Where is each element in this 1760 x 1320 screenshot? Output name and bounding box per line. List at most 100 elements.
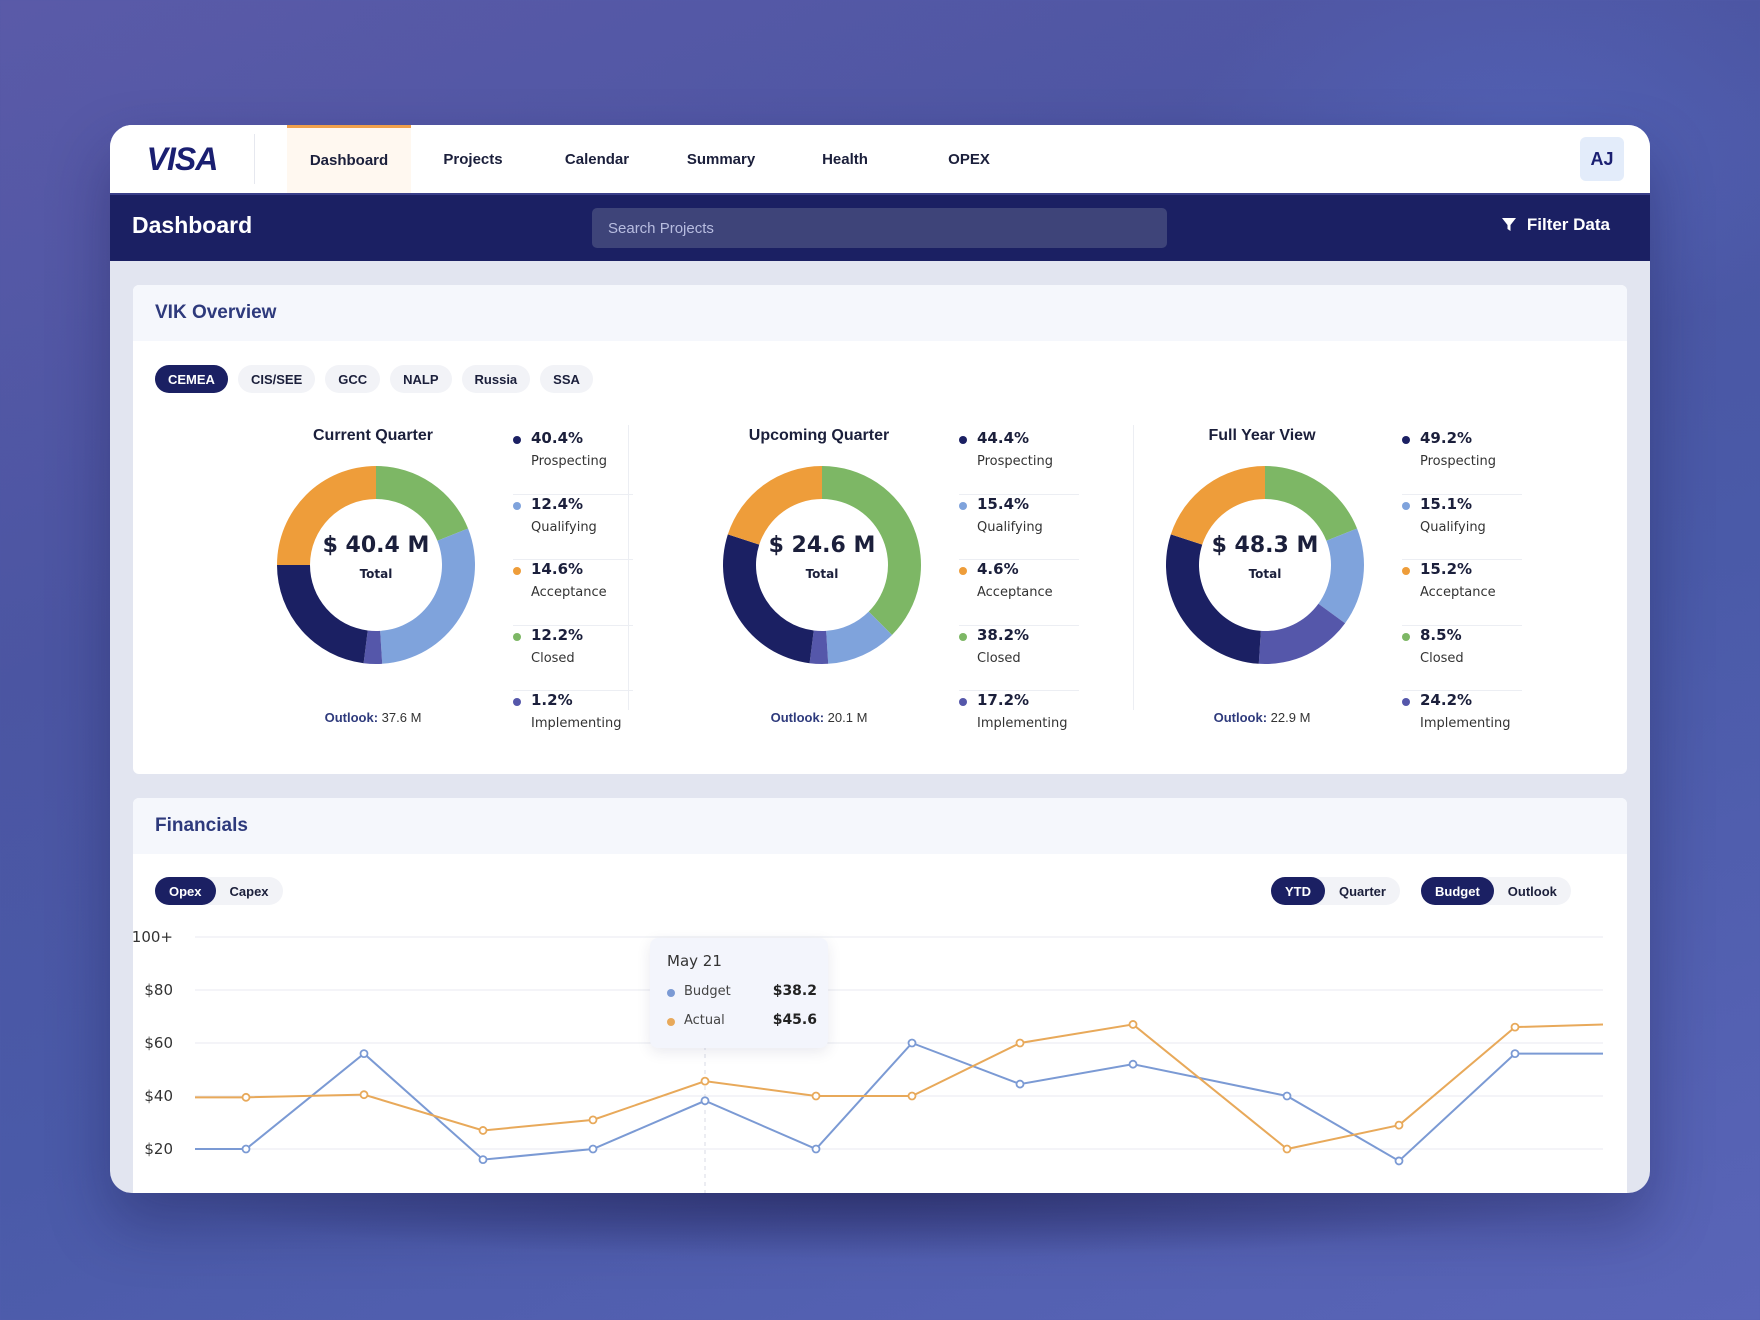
donut-chart[interactable]	[1165, 465, 1365, 665]
data-point-budget[interactable]	[359, 1049, 369, 1059]
toggle-option-ytd[interactable]: YTD	[1271, 877, 1325, 905]
legend-stage-name: Closed	[977, 650, 1021, 666]
region-chip-cis-see[interactable]: CIS/SEE	[237, 365, 316, 393]
legend-dot-icon	[959, 632, 967, 641]
region-chip-russia[interactable]: Russia	[461, 365, 531, 393]
budget-outlook-toggle: Budget Outlook	[1421, 877, 1571, 905]
page-title: Dashboard	[132, 212, 253, 238]
donut-total-value: $ 24.6 M	[768, 533, 876, 558]
donut-total-label: Total	[359, 567, 393, 581]
data-point-budget[interactable]	[907, 1038, 917, 1048]
data-point-budget[interactable]	[588, 1144, 598, 1154]
data-point-budget[interactable]	[1128, 1059, 1138, 1069]
page-header: Dashboard Filter Data	[110, 193, 1650, 261]
data-point-actual[interactable]	[1510, 1022, 1520, 1032]
tooltip-row-budget: Budget $38.2	[667, 983, 817, 1003]
actual-dot-icon	[667, 1018, 675, 1026]
toggle-option-outlook[interactable]: Outlook	[1494, 877, 1571, 905]
group-divider	[628, 425, 629, 710]
data-point-actual[interactable]	[700, 1076, 710, 1086]
user-avatar[interactable]: AJ	[1580, 137, 1624, 181]
data-point-budget[interactable]	[1015, 1079, 1025, 1089]
data-point-budget[interactable]	[1282, 1091, 1292, 1101]
legend-dot-icon	[513, 501, 521, 510]
top-navigation: VISA Dashboard Projects Calendar Summary Hea…	[110, 125, 1650, 193]
nav-tab-opex[interactable]: OPEX	[907, 125, 1031, 193]
data-point-actual[interactable]	[478, 1126, 488, 1135]
logo-text: VISA	[146, 140, 219, 177]
financials-line-chart[interactable]: $20 $40 $60 $80 $100+	[133, 918, 1627, 1193]
legend-item-qualifying: 12.4% Qualifying	[513, 495, 633, 560]
legend-percent: 17.2%	[977, 691, 1030, 709]
tooltip-series-name: Actual	[684, 1013, 725, 1028]
donut-legend: 44.4% Prospecting 15.4% Qualifying 4.6% Accep…	[959, 429, 1079, 757]
donut-segment-closed[interactable]	[376, 466, 469, 541]
nav-tab-summary[interactable]: Summary	[659, 125, 783, 193]
region-chip-nalp[interactable]: NALP	[390, 365, 452, 393]
data-point-budget[interactable]	[1510, 1049, 1520, 1059]
data-point-budget[interactable]	[700, 1096, 710, 1106]
data-point-budget[interactable]	[478, 1155, 488, 1165]
nav-tab-health[interactable]: Health	[783, 125, 907, 193]
region-chip-ssa[interactable]: SSA	[540, 365, 593, 393]
legend-item-acceptance: 15.2% Acceptance	[1402, 560, 1522, 626]
legend-item-implementing: 17.2% Implementing	[959, 691, 1079, 757]
vik-overview-card: VIK Overview CEMEA CIS/SEE GCC NALP Russia SS…	[133, 285, 1627, 774]
data-point-actual[interactable]	[588, 1115, 598, 1125]
legend-percent: 14.6%	[531, 560, 584, 578]
tooltip-series-value: $38.2	[772, 983, 817, 999]
region-chip-cemea[interactable]: CEMEA	[155, 365, 228, 393]
chart-tooltip: May 21 Budget $38.2 Actual $45.6	[650, 938, 828, 1048]
financials-card: Financials Opex Capex YTD Quarter Budget Ou…	[133, 798, 1627, 1193]
data-point-actual[interactable]	[1394, 1120, 1404, 1130]
legend-item-closed: 38.2% Closed	[959, 626, 1079, 691]
legend-stage-name: Implementing	[531, 716, 622, 731]
donut-chart[interactable]	[276, 465, 476, 665]
nav-tab-calendar[interactable]: Calendar	[535, 125, 659, 193]
data-point-actual[interactable]	[241, 1092, 251, 1102]
legend-dot-icon	[513, 698, 521, 706]
nav-tab-projects[interactable]: Projects	[411, 125, 535, 193]
legend-percent: 12.2%	[531, 625, 584, 644]
window-shadow	[140, 1190, 1620, 1260]
vik-overview-title: VIK Overview	[155, 302, 277, 323]
data-point-budget[interactable]	[241, 1144, 251, 1154]
filter-data-button[interactable]: Filter Data	[1501, 215, 1610, 235]
search-projects-input[interactable]	[592, 208, 1167, 248]
data-point-actual[interactable]	[359, 1090, 369, 1100]
legend-stage-name: Qualifying	[1420, 519, 1486, 535]
outlook-label: Outlook:	[1213, 710, 1268, 725]
donut-legend: 40.4% Prospecting 12.4% Qualifying 14.6% Acce…	[513, 429, 633, 757]
data-point-actual[interactable]	[1128, 1020, 1138, 1029]
legend-dot-icon	[1402, 632, 1410, 641]
legend-item-qualifying: 15.1% Qualifying	[1402, 494, 1522, 560]
legend-stage-name: Acceptance	[531, 585, 607, 600]
donut-chart[interactable]	[722, 465, 922, 665]
nav-tab-dashboard[interactable]: Dashboard	[287, 125, 411, 193]
toggle-option-quarter[interactable]: Quarter	[1325, 877, 1400, 905]
legend-percent: 15.1%	[1420, 494, 1473, 513]
legend-stage-name: Prospecting	[977, 454, 1053, 469]
legend-stage-name: Acceptance	[977, 585, 1053, 600]
group-title: Full Year View	[1208, 427, 1316, 444]
visa-logo[interactable]: VISA	[110, 134, 255, 184]
group-divider	[1133, 425, 1134, 710]
legend-percent: 40.4%	[531, 429, 584, 447]
data-point-actual[interactable]	[1015, 1038, 1025, 1048]
toggle-option-capex[interactable]: Capex	[216, 877, 283, 905]
region-chip-gcc[interactable]: GCC	[325, 365, 381, 393]
data-point-actual[interactable]	[907, 1091, 917, 1101]
tooltip-series-value: $45.6	[772, 1012, 817, 1028]
series-line-budget[interactable]	[195, 1041, 1603, 1163]
legend-percent: 1.2%	[531, 691, 573, 709]
y-tick-label: $40	[144, 1087, 173, 1105]
data-point-budget[interactable]	[811, 1144, 821, 1154]
outlook-value: 20.1 M	[827, 710, 868, 725]
donut-segment-closed[interactable]	[1265, 466, 1358, 541]
toggle-option-budget[interactable]: Budget	[1421, 877, 1494, 905]
toggle-option-opex[interactable]: Opex	[155, 877, 216, 905]
data-point-budget[interactable]	[1394, 1156, 1404, 1166]
data-point-actual[interactable]	[1282, 1144, 1292, 1154]
data-point-actual[interactable]	[811, 1091, 821, 1101]
legend-stage-name: Qualifying	[977, 519, 1043, 535]
